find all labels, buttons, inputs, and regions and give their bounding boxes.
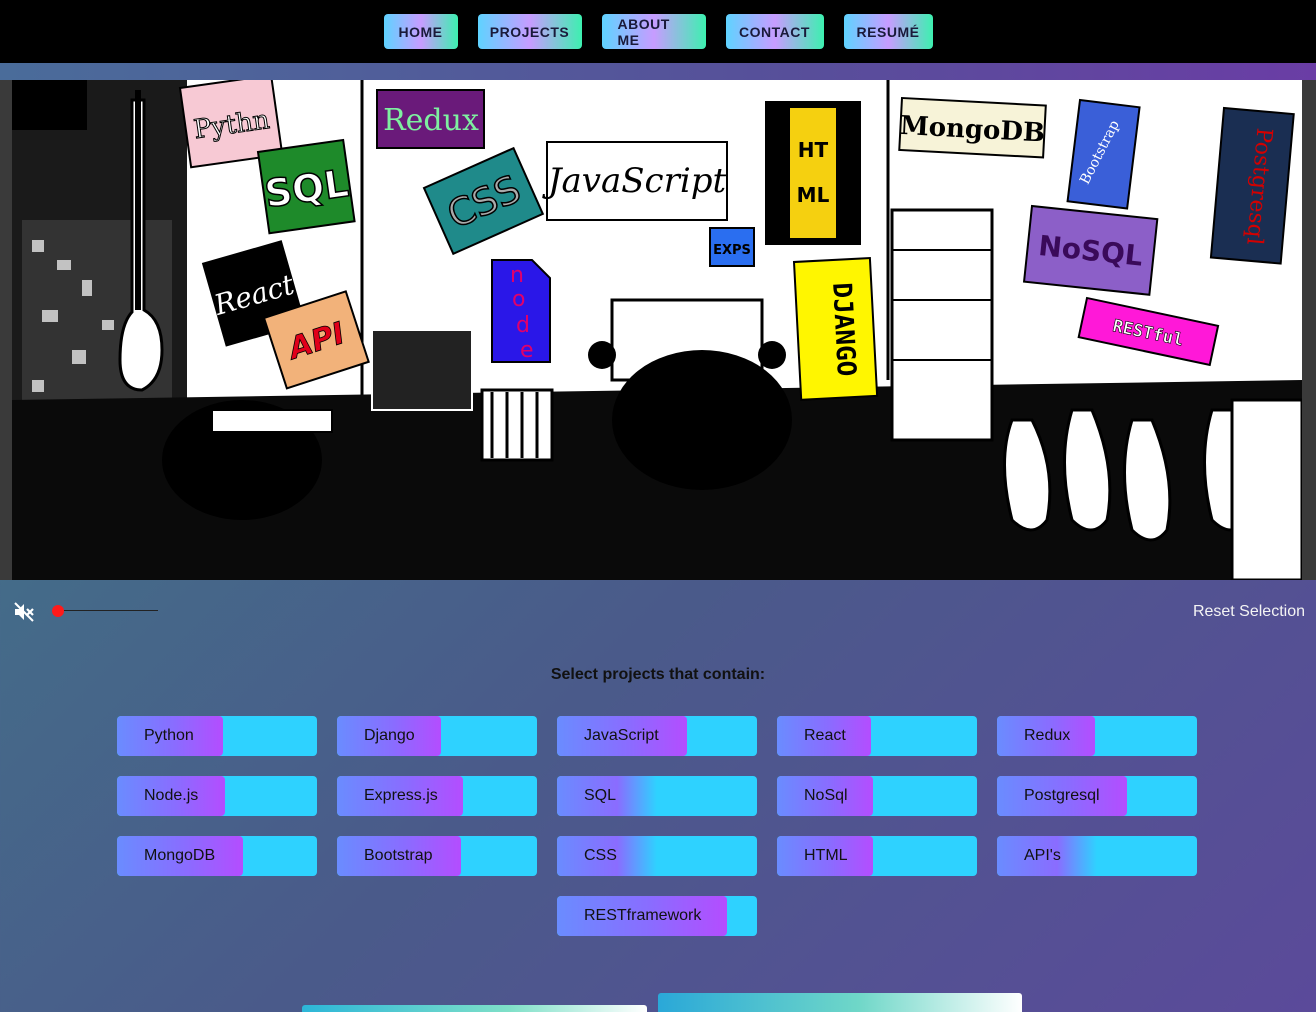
project-card[interactable] bbox=[658, 993, 1022, 1012]
sticker-redux: Redux bbox=[376, 89, 485, 149]
volume-slider-thumb[interactable] bbox=[52, 605, 64, 617]
sticker-bootstrap: Bootstrap bbox=[1066, 98, 1141, 210]
sticker-exps: EXPS bbox=[709, 227, 755, 267]
tech-filter-bootstrap[interactable]: Bootstrap bbox=[337, 836, 537, 876]
sticker-html: HT ML bbox=[765, 101, 861, 245]
tech-filter-label: Postgresql bbox=[1024, 787, 1100, 804]
tech-filter-label: Redux bbox=[1024, 727, 1071, 744]
hero-image: Pythn SQL React API Redux CSS n o d e Ja… bbox=[12, 80, 1302, 580]
tech-filter-label: RESTframework bbox=[584, 907, 702, 924]
sticker-node: n o d e bbox=[491, 259, 551, 363]
svg-text:e: e bbox=[520, 338, 534, 363]
nav-projects-button[interactable]: PROJECTS bbox=[477, 14, 582, 49]
svg-text:n: n bbox=[510, 263, 524, 288]
tech-filter-label: React bbox=[804, 727, 846, 744]
svg-text:DJANGO: DJANGO bbox=[826, 282, 861, 377]
tech-filter-nodejs[interactable]: Node.js bbox=[117, 776, 317, 816]
studio-scene-illustration: Pythn SQL React API Redux CSS n o d e Ja… bbox=[12, 80, 1302, 580]
sticker-django: DJANGO bbox=[792, 256, 879, 401]
sticker-sql: SQL bbox=[256, 138, 356, 235]
tech-filter-label: NoSql bbox=[804, 787, 848, 804]
tech-filter-label: API's bbox=[1024, 847, 1061, 864]
tech-filter-grid: Python Django JavaScript React Redux Nod… bbox=[117, 716, 1197, 936]
tech-filter-css[interactable]: CSS bbox=[557, 836, 757, 876]
tech-filter-label: Bootstrap bbox=[364, 847, 433, 864]
tech-filter-label: HTML bbox=[804, 847, 848, 864]
tech-filter-apis[interactable]: API's bbox=[997, 836, 1197, 876]
tech-filter-label: Node.js bbox=[144, 787, 199, 804]
tech-filter-label: MongoDB bbox=[144, 847, 216, 864]
tech-filter-postgresql[interactable]: Postgresql bbox=[997, 776, 1197, 816]
tech-filter-label: JavaScript bbox=[584, 727, 659, 744]
tech-filter-javascript[interactable]: JavaScript bbox=[557, 716, 757, 756]
svg-text:d: d bbox=[516, 313, 530, 338]
tech-filter-python[interactable]: Python bbox=[117, 716, 317, 756]
tech-filter-redux[interactable]: Redux bbox=[997, 716, 1197, 756]
tech-filter-label: Django bbox=[364, 727, 415, 744]
volume-muted-icon[interactable] bbox=[12, 600, 36, 624]
reset-selection-button[interactable]: Reset Selection bbox=[1193, 603, 1305, 621]
nav-about-button[interactable]: ABOUT ME bbox=[601, 14, 706, 49]
svg-text:EXPS: EXPS bbox=[713, 243, 751, 258]
tech-filter-restframework[interactable]: RESTframework bbox=[557, 896, 757, 936]
volume-slider[interactable] bbox=[52, 605, 158, 617]
nav-resume-button[interactable]: RESUMÉ bbox=[843, 14, 933, 49]
sticker-nosql: NoSQL bbox=[1022, 204, 1159, 296]
tech-filter-react[interactable]: React bbox=[777, 716, 977, 756]
svg-text:ML: ML bbox=[797, 183, 830, 207]
top-navigation: HOME PROJECTS ABOUT ME CONTACT RESUMÉ bbox=[0, 0, 1316, 63]
tech-filter-label: CSS bbox=[584, 847, 617, 864]
tech-filter-label: Express.js bbox=[364, 787, 438, 804]
filter-title: Select projects that contain: bbox=[550, 666, 766, 683]
sticker-mongodb: MongoDB bbox=[898, 96, 1047, 159]
tech-filter-mongodb[interactable]: MongoDB bbox=[117, 836, 317, 876]
tech-filter-nosql[interactable]: NoSql bbox=[777, 776, 977, 816]
tech-filter-label: Python bbox=[144, 727, 194, 744]
tech-filter-label: SQL bbox=[584, 787, 617, 804]
nav-contact-button[interactable]: CONTACT bbox=[725, 14, 824, 49]
svg-text:o: o bbox=[512, 287, 525, 312]
svg-text:HT: HT bbox=[798, 138, 829, 162]
nav-home-button[interactable]: HOME bbox=[383, 14, 458, 49]
tech-filter-html[interactable]: HTML bbox=[777, 836, 977, 876]
tech-filter-sql[interactable]: SQL bbox=[557, 776, 757, 816]
tech-filter-expressjs[interactable]: Express.js bbox=[337, 776, 537, 816]
volume-slider-track bbox=[56, 610, 158, 611]
tech-filter-django[interactable]: Django bbox=[337, 716, 537, 756]
svg-text:Redux: Redux bbox=[383, 103, 479, 138]
header-stripe bbox=[0, 63, 1316, 80]
project-card[interactable] bbox=[302, 1005, 647, 1012]
svg-text:JavaScript: JavaScript bbox=[542, 161, 727, 201]
sticker-javascript: JavaScript bbox=[542, 141, 728, 221]
sticker-postgresql: Postgresql bbox=[1209, 106, 1295, 265]
